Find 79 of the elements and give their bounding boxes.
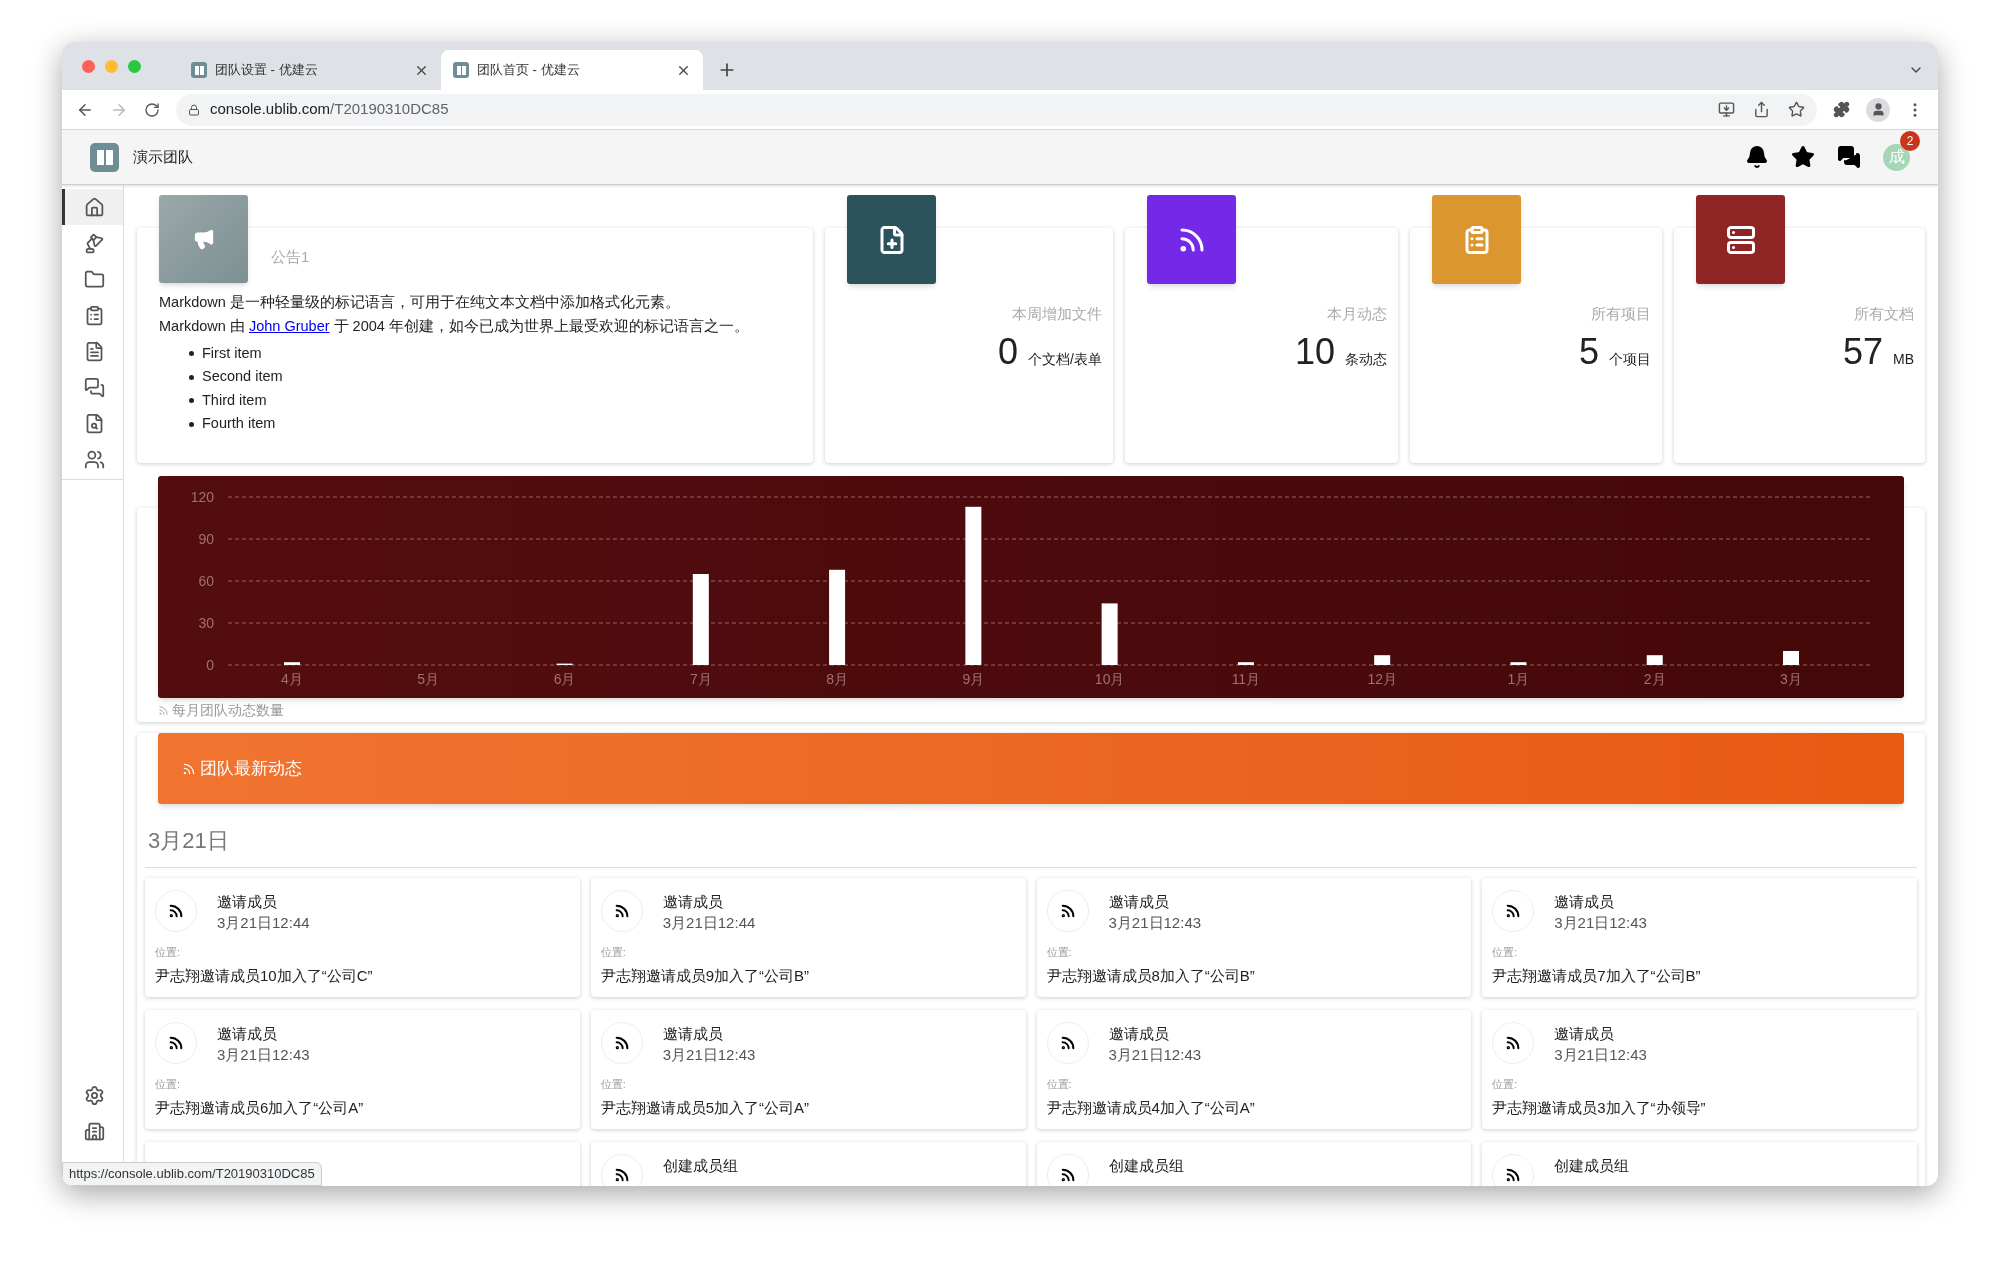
activity-time: 3月21日12:43 bbox=[217, 1045, 310, 1065]
stat-label: 本月动态 bbox=[1327, 304, 1387, 324]
activity-time: 3月21日12:43 bbox=[1108, 913, 1202, 933]
feed-date: 3月21日 bbox=[148, 828, 229, 853]
activity-title: 邀请成员 bbox=[1554, 892, 1616, 912]
axis-label: 30 bbox=[198, 615, 214, 631]
activity-title: 邀请成员 bbox=[662, 892, 724, 912]
axis-label: 12月 bbox=[1367, 671, 1397, 687]
axis-label: 0 bbox=[206, 657, 214, 673]
activity-title: 创建成员组 bbox=[1554, 1156, 1630, 1176]
list-item: Second item bbox=[202, 367, 283, 387]
axis-label: 120 bbox=[190, 489, 214, 505]
announcement-text: Markdown 是一种轻量级的标记语言，可用于在纯文本文档中添加格式化元素。 bbox=[159, 293, 681, 312]
activity-text: 尹志翔邀请成员3加入了“办领导” bbox=[1492, 1097, 1707, 1118]
activity-text: 尹志翔邀请成员8加入了“公司B” bbox=[1046, 965, 1256, 986]
stat-value: 57 bbox=[1842, 333, 1883, 370]
tab-title: 团队首页 - 优建云 bbox=[477, 61, 581, 80]
axis-label: 5月 bbox=[417, 671, 440, 687]
axis-label: 1月 bbox=[1507, 671, 1530, 687]
activity-text: 尹志翔邀请成员4加入了“公司A” bbox=[1046, 1097, 1256, 1118]
stat-unit: 个文档/表单 bbox=[1028, 349, 1102, 369]
axis-label: 9月 bbox=[962, 671, 985, 687]
activity-time: 3月21日12:43 bbox=[1108, 1045, 1202, 1065]
location-label: 位置: bbox=[155, 945, 182, 960]
location-label: 位置: bbox=[155, 1077, 182, 1092]
list-item: First item bbox=[202, 343, 262, 363]
stat-unit: 条动态 bbox=[1345, 349, 1387, 369]
activity-title: 邀请成员 bbox=[1554, 1024, 1616, 1044]
list-item: Third item bbox=[202, 390, 267, 410]
activity-title: 邀请成员 bbox=[1108, 892, 1170, 912]
feed-title: 团队最新动态 bbox=[200, 757, 302, 780]
url-text: console.ublib.com/T20190310DC85 bbox=[210, 99, 449, 120]
axis-label: 2月 bbox=[1643, 671, 1666, 687]
location-label: 位置: bbox=[1046, 945, 1073, 960]
stat-value: 10 bbox=[1294, 333, 1335, 370]
status-url-tooltip: https://console.ublib.com/T20190310DC85 bbox=[62, 1162, 322, 1186]
axis-label: 3月 bbox=[1780, 671, 1802, 687]
activity-time: 3月21日12:43 bbox=[662, 1045, 756, 1065]
activity-time: 3月21日12:44 bbox=[217, 913, 310, 933]
activity-text: 尹志翔邀请成员6加入了“公司A” bbox=[155, 1097, 365, 1118]
axis-label: 4月 bbox=[281, 671, 303, 687]
axis-label: 90 bbox=[198, 531, 214, 547]
axis-label: 6月 bbox=[553, 671, 576, 687]
location-label: 位置: bbox=[1492, 945, 1519, 960]
stat-value: 5 bbox=[1578, 333, 1599, 370]
stat-value: 0 bbox=[998, 333, 1019, 370]
axis-label: 60 bbox=[198, 573, 214, 589]
activity-time: 3月21日12:43 bbox=[1554, 1045, 1647, 1065]
activity-time: 3月21日12:44 bbox=[662, 913, 756, 933]
activity-text: 尹志翔邀请成员5加入了“公司A” bbox=[600, 1097, 811, 1118]
activity-title: 邀请成员 bbox=[1108, 1024, 1170, 1044]
activity-title: 邀请成员 bbox=[217, 892, 278, 912]
stat-unit: 个项目 bbox=[1609, 349, 1651, 369]
activity-title: 创建成员组 bbox=[662, 1156, 738, 1176]
activity-text: 尹志翔邀请成员10加入了“公司C” bbox=[155, 965, 374, 986]
list-item: Fourth item bbox=[202, 414, 276, 434]
location-label: 位置: bbox=[1492, 1077, 1519, 1092]
stat-label: 所有文档 bbox=[1854, 304, 1914, 324]
announcement-text: Markdown 由 John Gruber 于 2004 年创建，如今已成为世界上最受欢迎的标记语言之一。 bbox=[159, 317, 750, 336]
announcement-title: 公告1 bbox=[271, 247, 310, 267]
tab-title: 团队设置 - 优建云 bbox=[215, 61, 319, 80]
location-label: 位置: bbox=[1046, 1077, 1073, 1092]
axis-label: 7月 bbox=[689, 671, 712, 687]
stat-label: 本周增加文件 bbox=[1012, 304, 1102, 324]
team-name: 演示团队 bbox=[133, 146, 193, 167]
activity-text: 尹志翔邀请成员9加入了“公司B” bbox=[600, 965, 811, 986]
stat-label: 所有项目 bbox=[1591, 304, 1651, 324]
axis-label: 11月 bbox=[1231, 671, 1261, 687]
activity-title: 邀请成员 bbox=[662, 1024, 724, 1044]
axis-label: 8月 bbox=[826, 671, 848, 687]
location-label: 位置: bbox=[600, 1077, 627, 1092]
activity-title: 邀请成员 bbox=[217, 1024, 278, 1044]
location-label: 位置: bbox=[600, 945, 627, 960]
activity-time: 3月21日12:43 bbox=[1554, 913, 1647, 933]
stat-unit: MB bbox=[1893, 349, 1914, 369]
axis-label: 10月 bbox=[1094, 671, 1125, 687]
activity-title: 创建成员组 bbox=[1108, 1156, 1184, 1176]
chart-caption: 每月团队动态数量 bbox=[172, 701, 284, 720]
activity-text: 尹志翔邀请成员7加入了“公司B” bbox=[1492, 965, 1702, 986]
